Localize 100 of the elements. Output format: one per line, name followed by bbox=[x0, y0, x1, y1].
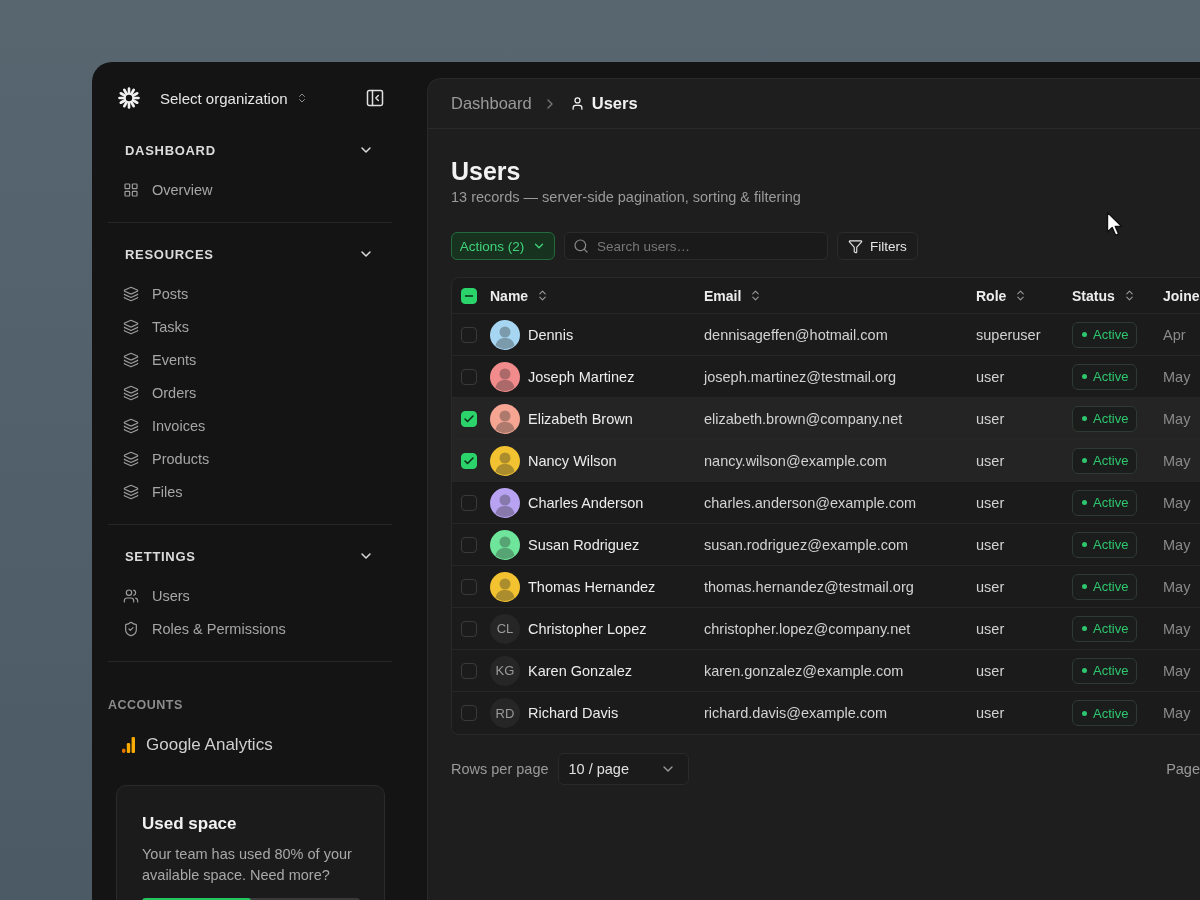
status-dot-icon bbox=[1082, 626, 1087, 631]
status-badge: Active bbox=[1072, 489, 1138, 516]
user-email: richard.davis@example.com bbox=[704, 705, 888, 721]
user-email: karen.gonzalez@example.com bbox=[704, 662, 904, 679]
sidebar-item[interactable]: Roles & Permissions bbox=[108, 612, 392, 645]
status-badge: Active bbox=[1072, 321, 1138, 348]
sidebar-item[interactable]: Tasks bbox=[108, 310, 392, 343]
rows-per-page-label: Rows per page bbox=[451, 761, 549, 777]
grid-icon bbox=[123, 181, 139, 198]
page-size-select[interactable]: 10 / page bbox=[557, 753, 689, 785]
status-badge: Active bbox=[1072, 363, 1138, 390]
sidebar-item[interactable]: Files bbox=[108, 475, 392, 508]
row-checkbox[interactable] bbox=[461, 620, 477, 637]
joined-date: Apr bbox=[1163, 326, 1186, 343]
user-name: Karen Gonzalez bbox=[528, 662, 632, 679]
user-email: dennisageffen@hotmail.com bbox=[704, 326, 888, 343]
user-name: Thomas Hernandez bbox=[528, 578, 656, 595]
row-checkbox[interactable] bbox=[461, 368, 477, 385]
page-title: Users bbox=[451, 156, 522, 186]
joined-date: May bbox=[1163, 494, 1191, 511]
row-checkbox[interactable] bbox=[461, 452, 477, 469]
sidebar-item[interactable]: Users bbox=[108, 579, 392, 612]
status-dot-icon bbox=[1082, 710, 1087, 716]
user-name: Charles Anderson bbox=[528, 494, 644, 511]
joined-date: May bbox=[1163, 662, 1191, 679]
row-checkbox[interactable] bbox=[461, 705, 477, 721]
user-role: user bbox=[976, 452, 1005, 469]
status-dot-icon bbox=[1082, 542, 1087, 547]
account-item[interactable]: Google Analytics bbox=[108, 733, 392, 757]
sidebar-item[interactable]: Posts bbox=[108, 277, 392, 310]
accounts-heading: ACCOUNTS bbox=[108, 698, 184, 712]
layers-icon bbox=[123, 285, 139, 302]
status-badge: Active bbox=[1072, 615, 1138, 642]
sidebar-item[interactable]: Invoices bbox=[108, 409, 392, 442]
status-badge: Active bbox=[1072, 405, 1138, 432]
user-icon bbox=[569, 96, 585, 111]
organization-selector[interactable]: Select organization bbox=[160, 89, 308, 107]
user-role: user bbox=[976, 536, 1005, 553]
user-name: Elizabeth Brown bbox=[528, 410, 633, 427]
user-email: joseph.martinez@testmail.org bbox=[704, 368, 897, 385]
user-email: charles.anderson@example.com bbox=[704, 494, 917, 511]
table-row[interactable]: Elizabeth Brown elizabeth.brown@company.net user Active May bbox=[452, 398, 1200, 440]
column-header[interactable]: Email bbox=[704, 287, 763, 304]
row-checkbox[interactable] bbox=[461, 494, 477, 511]
status-badge: Active bbox=[1072, 531, 1138, 558]
check-icon bbox=[463, 454, 475, 467]
page-indicator: Page bbox=[1166, 761, 1200, 777]
column-header[interactable]: Name bbox=[490, 287, 550, 304]
user-name: Christopher Lopez bbox=[528, 620, 647, 637]
search-field[interactable]: Search users… bbox=[564, 232, 828, 260]
sidebar-item[interactable]: Events bbox=[108, 343, 392, 376]
user-name: Susan Rodriguez bbox=[528, 536, 640, 553]
filters-button[interactable]: Filters bbox=[837, 232, 918, 260]
status-dot-icon bbox=[1082, 458, 1087, 463]
user-role: user bbox=[976, 620, 1005, 637]
status-badge: Active bbox=[1072, 657, 1138, 684]
user-role: user bbox=[976, 662, 1005, 679]
row-checkbox[interactable] bbox=[461, 578, 477, 595]
sidebar-item[interactable]: Orders bbox=[108, 376, 392, 409]
breadcrumb-link[interactable]: Dashboard bbox=[451, 94, 532, 113]
collapse-sidebar-icon[interactable] bbox=[365, 88, 385, 108]
row-checkbox[interactable] bbox=[461, 536, 477, 553]
layers-icon bbox=[123, 417, 139, 434]
card-text: Your team has used 80% of your available space. Need more? bbox=[142, 845, 353, 885]
joined-date: May bbox=[1163, 620, 1191, 637]
user-name: Dennis bbox=[528, 326, 574, 343]
sidebar-item[interactable]: Overview bbox=[108, 173, 392, 206]
avatar-initials: KG bbox=[490, 655, 520, 686]
row-checkbox[interactable] bbox=[461, 410, 477, 427]
joined-date: May bbox=[1163, 410, 1191, 427]
column-header[interactable]: Status bbox=[1072, 287, 1136, 304]
sidebar-item[interactable]: Products bbox=[108, 442, 392, 475]
column-header[interactable]: Role bbox=[976, 287, 1028, 304]
column-header[interactable]: Joine bbox=[1163, 287, 1200, 304]
user-role: user bbox=[976, 705, 1005, 721]
status-dot-icon bbox=[1082, 500, 1087, 505]
section-header[interactable]: RESOURCES bbox=[108, 245, 392, 263]
status-badge: Active bbox=[1072, 447, 1138, 474]
user-role: user bbox=[976, 410, 1005, 427]
user-name: Richard Davis bbox=[528, 705, 619, 721]
shield-check-icon bbox=[123, 620, 139, 637]
user-role: user bbox=[976, 494, 1005, 511]
section-header[interactable]: SETTINGS bbox=[108, 547, 392, 565]
breadcrumb-link[interactable]: Users bbox=[569, 94, 638, 113]
table-row[interactable]: Nancy Wilson nancy.wilson@example.com user Active May bbox=[452, 440, 1200, 482]
user-role: user bbox=[976, 368, 1005, 385]
row-checkbox[interactable] bbox=[461, 662, 477, 679]
select-all-checkbox[interactable] bbox=[461, 287, 477, 304]
row-checkbox[interactable] bbox=[461, 326, 477, 343]
joined-date: May bbox=[1163, 705, 1191, 721]
joined-date: May bbox=[1163, 536, 1191, 553]
actions-button[interactable]: Actions (2) bbox=[451, 232, 555, 260]
avatar-initials: RD bbox=[490, 698, 520, 728]
users-icon bbox=[123, 587, 139, 604]
search-icon bbox=[573, 238, 589, 254]
user-role: superuser bbox=[976, 326, 1041, 343]
page-subtitle: 13 records — server-side pagination, sorting & filtering bbox=[451, 188, 802, 207]
user-name: Joseph Martinez bbox=[528, 368, 635, 385]
user-email: christopher.lopez@company.net bbox=[704, 620, 911, 637]
section-header[interactable]: DASHBOARD bbox=[108, 141, 392, 159]
